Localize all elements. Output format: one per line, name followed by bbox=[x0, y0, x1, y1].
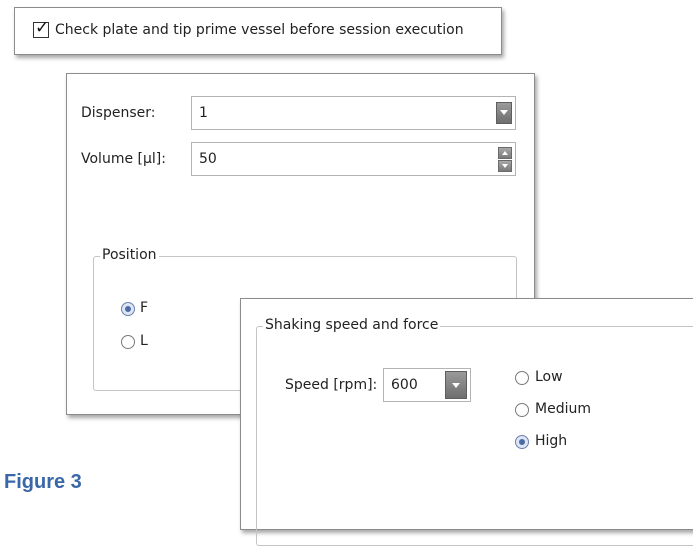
check-plate-panel: ✓ Check plate and tip prime vessel befor… bbox=[14, 7, 502, 55]
position-f-radio[interactable] bbox=[121, 302, 135, 316]
check-plate-checkbox[interactable]: ✓ bbox=[33, 18, 49, 38]
arrow-down-icon bbox=[502, 164, 508, 168]
position-f-label: F bbox=[140, 300, 149, 316]
arrow-up-icon bbox=[502, 151, 508, 155]
speed-value: 600 bbox=[391, 377, 418, 393]
volume-spinner[interactable] bbox=[498, 147, 512, 172]
radio-selected-icon bbox=[125, 306, 131, 312]
volume-increment-button[interactable] bbox=[498, 147, 512, 159]
volume-input[interactable]: 50 bbox=[191, 142, 516, 176]
volume-value: 50 bbox=[199, 151, 217, 167]
volume-decrement-button[interactable] bbox=[498, 160, 512, 172]
force-low-label: Low bbox=[535, 369, 563, 385]
position-l-label: L bbox=[140, 333, 148, 349]
speed-label: Speed [rpm]: bbox=[285, 377, 378, 393]
chevron-down-icon bbox=[500, 110, 508, 115]
checkmark-icon: ✓ bbox=[35, 18, 50, 38]
radio-selected-icon bbox=[519, 439, 525, 445]
shaking-group-title: Shaking speed and force bbox=[263, 317, 441, 333]
force-high-label: High bbox=[535, 433, 568, 449]
chevron-down-icon bbox=[452, 383, 460, 388]
shaking-panel: Shaking speed and force Speed [rpm]: 600… bbox=[240, 298, 693, 546]
force-medium-label: Medium bbox=[535, 401, 591, 417]
dispenser-select[interactable]: 1 bbox=[191, 96, 516, 130]
dispenser-dropdown-button[interactable] bbox=[496, 102, 512, 124]
force-medium-radio[interactable] bbox=[515, 403, 529, 417]
speed-dropdown-button[interactable] bbox=[445, 371, 467, 399]
position-group-title: Position bbox=[100, 247, 159, 263]
position-l-radio[interactable] bbox=[121, 335, 135, 349]
shaking-group bbox=[256, 326, 693, 546]
dispenser-label: Dispenser: bbox=[81, 105, 156, 121]
force-high-radio[interactable] bbox=[515, 435, 529, 449]
speed-select[interactable]: 600 bbox=[383, 368, 471, 402]
check-plate-label: Check plate and tip prime vessel before … bbox=[55, 22, 464, 38]
figure-caption: Figure 3 bbox=[4, 471, 82, 493]
dispenser-value: 1 bbox=[199, 105, 208, 121]
volume-label: Volume [µl]: bbox=[81, 151, 166, 167]
force-low-radio[interactable] bbox=[515, 371, 529, 385]
